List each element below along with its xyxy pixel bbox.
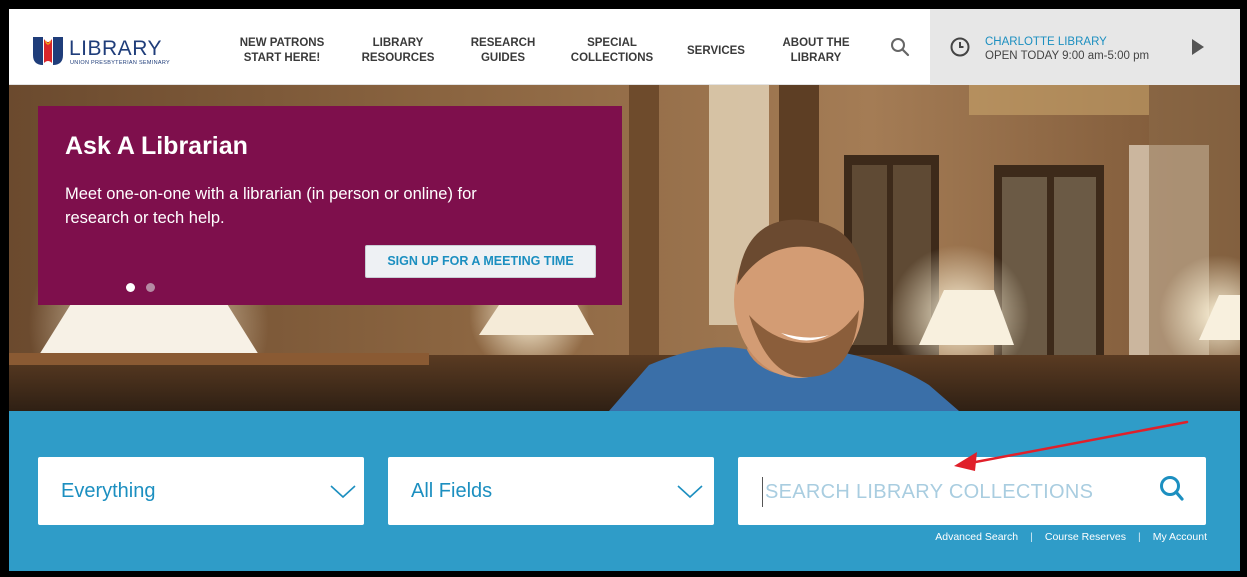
nav-label-line: SERVICES: [687, 45, 745, 57]
link-divider: |: [1030, 531, 1033, 543]
sign-up-meeting-button[interactable]: SIGN UP FOR A MEETING TIME: [365, 245, 596, 278]
nav-services[interactable]: SERVICES: [681, 44, 751, 59]
my-account-link[interactable]: My Account: [1153, 531, 1207, 543]
nav-new-patrons[interactable]: NEW PATRONS START HERE!: [227, 36, 337, 66]
library-hours-panel: CHARLOTTE LIBRARY OPEN TODAY 9:00 am-5:0…: [930, 9, 1240, 85]
nav-library-resources[interactable]: LIBRARY RESOURCES: [353, 36, 443, 66]
search-submit-icon[interactable]: [1159, 475, 1185, 503]
nav-special-collections[interactable]: SPECIAL COLLECTIONS: [564, 36, 660, 66]
scope-select-value: Everything: [61, 480, 156, 502]
carousel-dot-active[interactable]: [126, 283, 135, 292]
advanced-search-link[interactable]: Advanced Search: [935, 531, 1018, 543]
course-reserves-link[interactable]: Course Reserves: [1045, 531, 1126, 543]
nav-label-line: NEW PATRONS: [239, 37, 325, 49]
nav-label-line: LIBRARY: [790, 52, 842, 64]
nav-about-library[interactable]: ABOUT THE LIBRARY: [774, 36, 858, 66]
library-logo[interactable]: LIBRARY UNION PRESBYTERIAN SEMINARY: [31, 29, 201, 73]
chevron-down-icon: [330, 485, 356, 499]
scope-select[interactable]: Everything: [38, 457, 364, 525]
site-header: LIBRARY UNION PRESBYTERIAN SEMINARY NEW …: [9, 9, 1240, 85]
logo-wordmark: LIBRARY: [69, 37, 162, 60]
logo-subtitle: UNION PRESBYTERIAN SEMINARY: [70, 60, 170, 66]
hours-status: OPEN TODAY 9:00 am-5:00 pm: [985, 50, 1150, 62]
promo-description: Meet one-on-one with a librarian (in per…: [65, 185, 477, 227]
library-logo-mark: [33, 37, 63, 65]
search-box: [738, 457, 1206, 525]
clock-icon: [950, 37, 970, 57]
field-select-value: All Fields: [411, 480, 493, 502]
carousel-dot[interactable]: [146, 283, 155, 292]
search-input[interactable]: [762, 477, 1142, 507]
nav-label-line: LIBRARY: [372, 37, 424, 49]
nav-label-line: GUIDES: [480, 52, 526, 64]
nav-label-line: SPECIAL: [587, 37, 637, 49]
ask-librarian-promo: Ask A Librarian Meet one-on-one with a l…: [38, 106, 622, 305]
play-icon[interactable]: [1192, 39, 1204, 55]
promo-title: Ask A Librarian: [65, 132, 248, 160]
search-icon[interactable]: [890, 37, 910, 57]
nav-label-line: RESEARCH: [470, 37, 536, 49]
field-select[interactable]: All Fields: [388, 457, 714, 525]
hero-banner: Ask A Librarian Meet one-on-one with a l…: [9, 85, 1240, 411]
nav-label-line: ABOUT THE: [782, 37, 850, 49]
chevron-down-icon: [677, 485, 703, 499]
link-divider: |: [1137, 531, 1141, 543]
nav-label-line: START HERE!: [243, 52, 321, 64]
nav-label-line: COLLECTIONS: [570, 52, 654, 64]
nav-research-guides[interactable]: RESEARCH GUIDES: [459, 36, 547, 66]
browser-page: LIBRARY UNION PRESBYTERIAN SEMINARY NEW …: [9, 9, 1240, 571]
search-links: Advanced Search | Course Reserves | My Accou…: [935, 531, 1207, 543]
nav-label-line: RESOURCES: [361, 52, 435, 64]
search-band: Everything All Fields Advanced Search | Co…: [9, 411, 1240, 571]
hours-location[interactable]: CHARLOTTE LIBRARY: [985, 36, 1107, 49]
